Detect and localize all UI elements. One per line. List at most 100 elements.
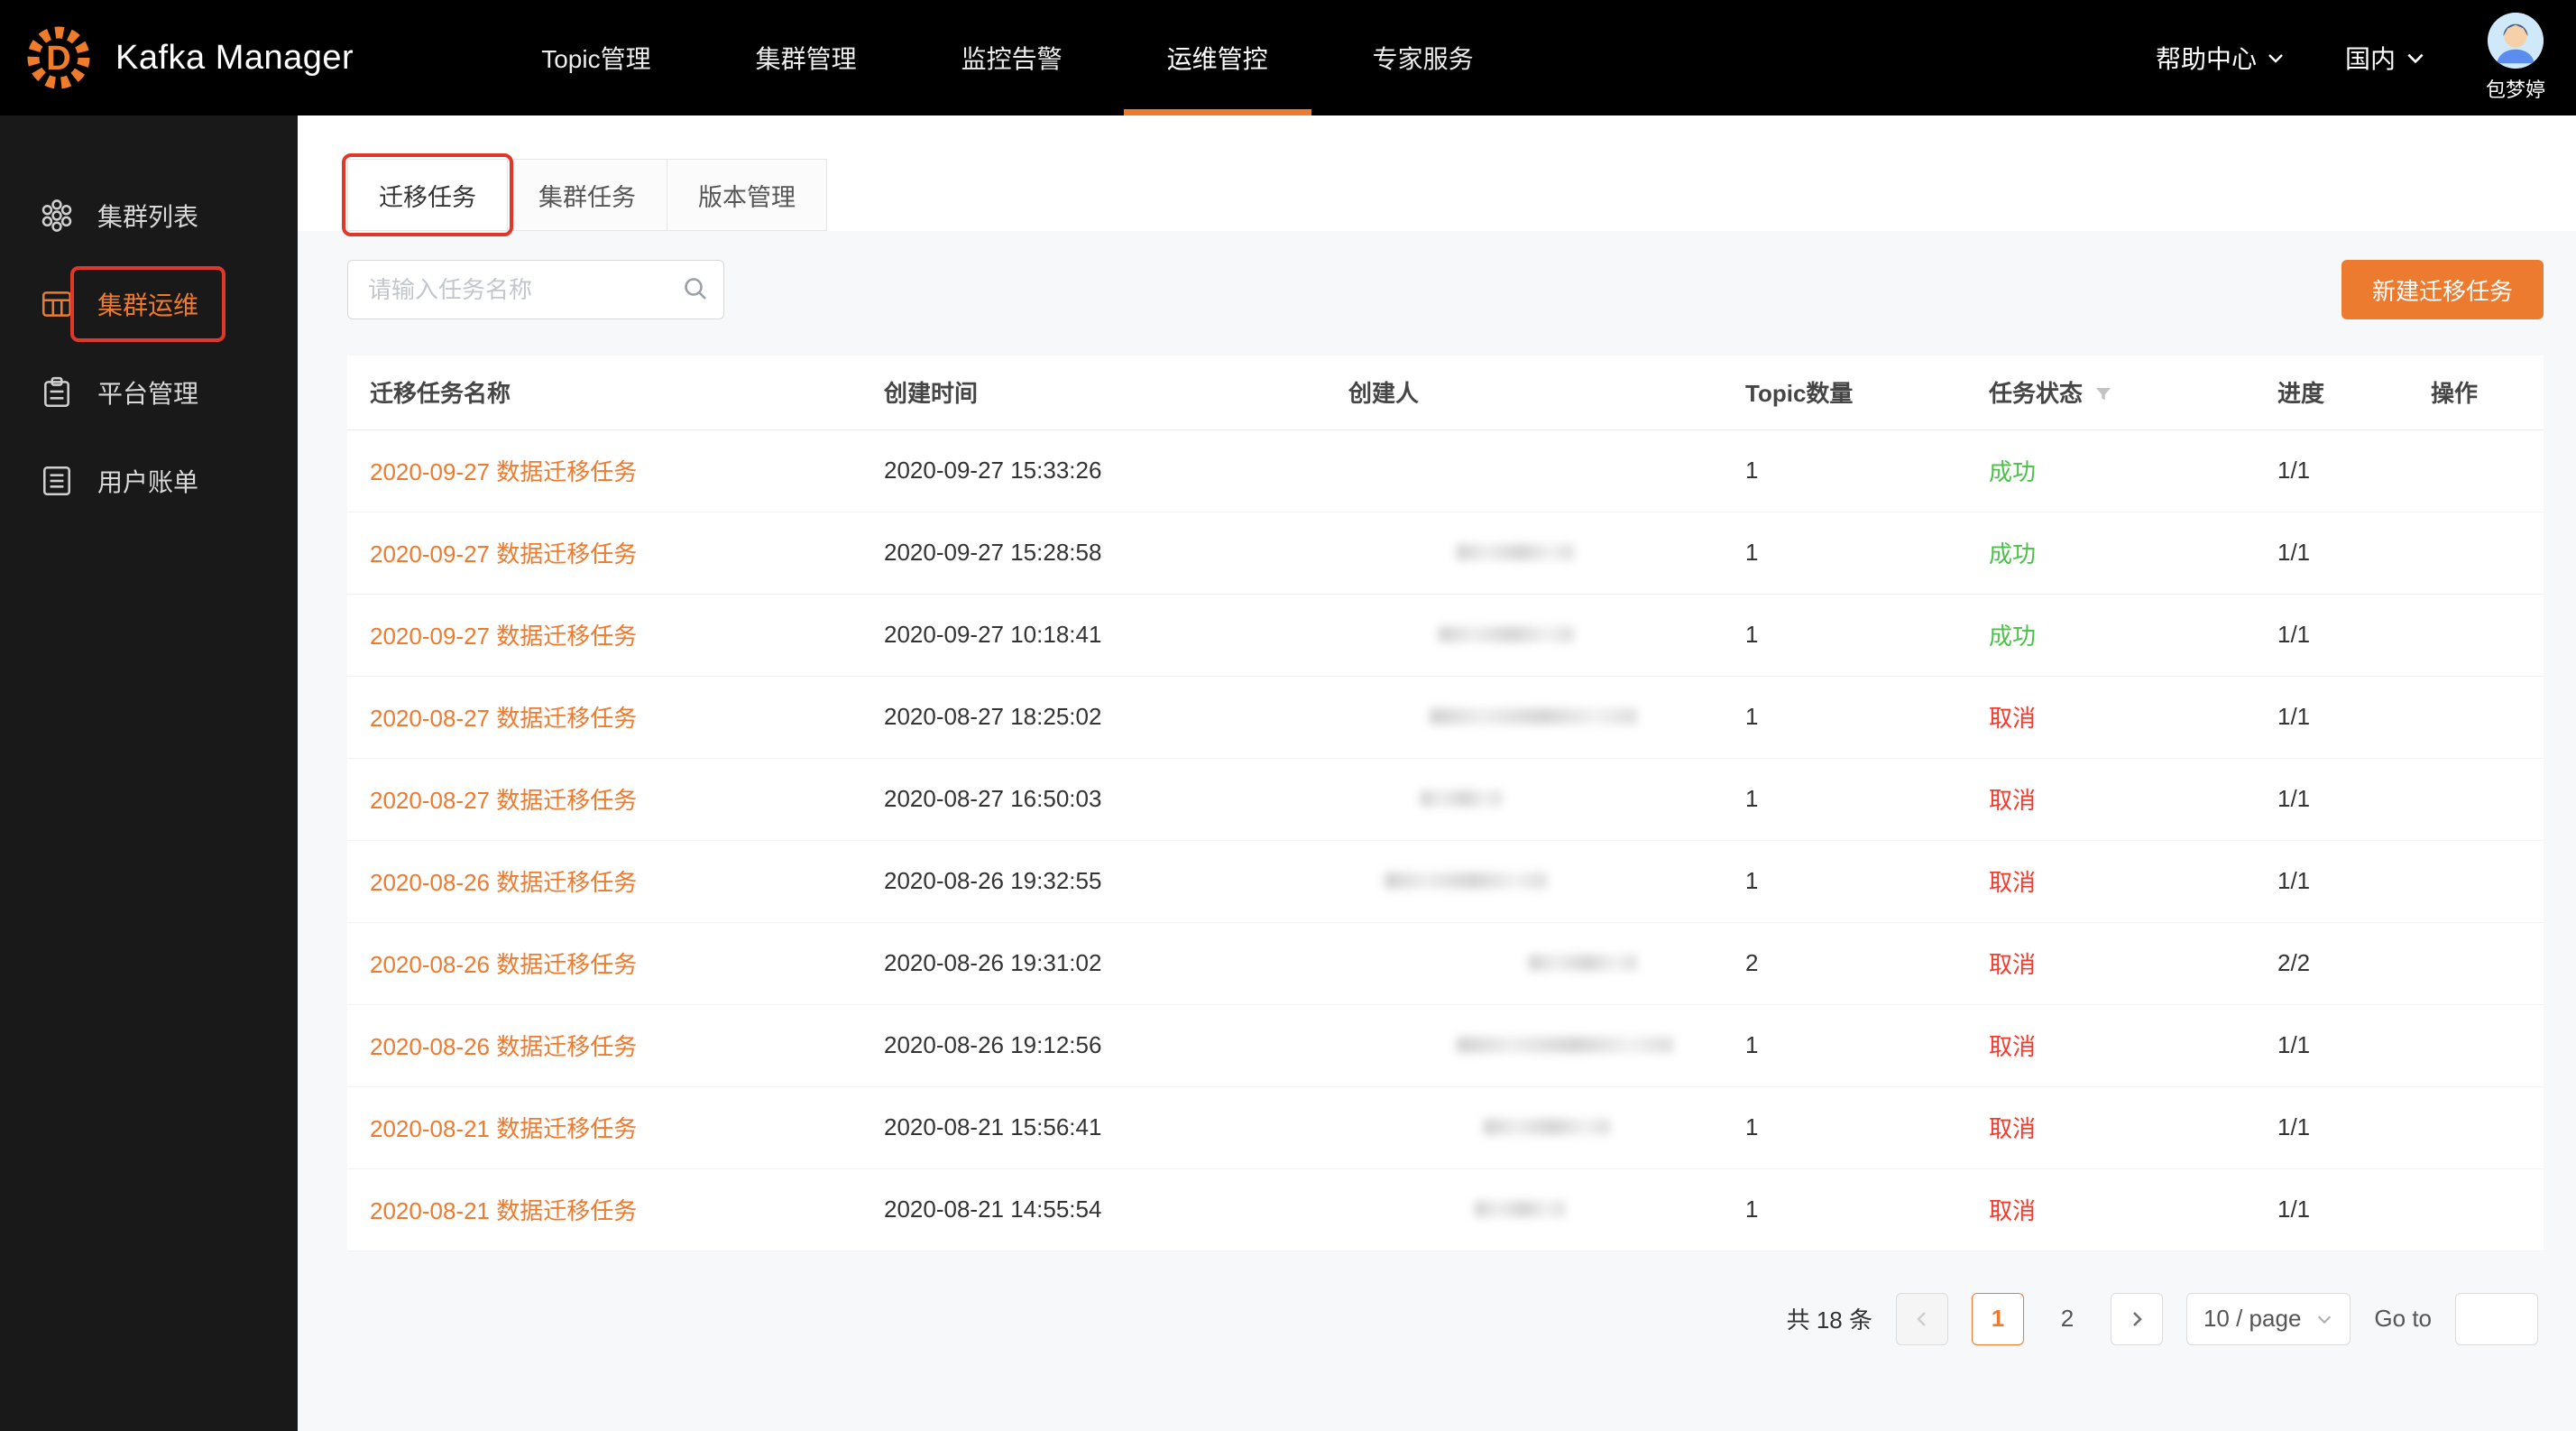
topic-count: 2 [1745, 922, 1989, 1004]
user-menu[interactable]: 包梦婷 [2486, 13, 2545, 103]
tabs: 迁移任务 集群任务 版本管理 [298, 115, 2576, 231]
nav-ops-control[interactable]: 运维管控 [1115, 0, 1320, 115]
table-header-row: 迁移任务名称 创建时间 创建人 Topic数量 任务状态 进度 操作 [347, 355, 2544, 429]
sidebar: 集群列表 集群运维 平台管理 [0, 115, 298, 1431]
task-name-link[interactable]: 2020-08-27 数据迁移任务 [370, 705, 637, 732]
created-time: 2020-09-27 10:18:41 [884, 594, 1348, 676]
progress-value: 1/1 [2277, 1004, 2431, 1086]
topic-count: 1 [1745, 1004, 1989, 1086]
nav-monitor-alert[interactable]: 监控告警 [909, 0, 1115, 115]
header-right: 帮助中心 国内 包梦婷 [2156, 13, 2545, 103]
sidebar-item-cluster-list[interactable]: 集群列表 [0, 171, 298, 260]
table-row: 2020-08-27 数据迁移任务 2020-08-27 18:25:02 1 … [347, 676, 2544, 758]
nav-expert-service[interactable]: 专家服务 [1320, 0, 1526, 115]
task-name-link[interactable]: 2020-08-26 数据迁移任务 [370, 1033, 637, 1060]
help-center-dropdown[interactable]: 帮助中心 [2156, 40, 2286, 76]
sidebar-item-platform-management[interactable]: 平台管理 [0, 348, 298, 437]
row-actions [2431, 922, 2544, 1004]
task-name-link[interactable]: 2020-09-27 数据迁移任务 [370, 540, 637, 568]
page-size-value: 10 / page [2203, 1305, 2301, 1333]
search-input[interactable] [347, 260, 724, 319]
goto-page-input[interactable] [2455, 1293, 2538, 1345]
created-time: 2020-08-26 19:32:55 [884, 840, 1348, 922]
nav-cluster-management[interactable]: 集群管理 [704, 0, 909, 115]
search-icon[interactable] [681, 274, 710, 308]
chevron-down-icon [2315, 1310, 2333, 1328]
progress-value: 1/1 [2277, 758, 2431, 840]
task-name-link[interactable]: 2020-08-21 数据迁移任务 [370, 1115, 637, 1142]
sidebar-item-cluster-ops[interactable]: 集群运维 [0, 260, 298, 348]
col-task-name: 迁移任务名称 [347, 355, 884, 429]
username: 包梦婷 [2486, 74, 2545, 103]
row-actions [2431, 1004, 2544, 1086]
filter-icon[interactable] [2093, 384, 2113, 404]
creator-redacted [1457, 544, 1574, 560]
chevron-down-icon [2405, 47, 2426, 69]
status-badge: 取消 [1989, 705, 2036, 732]
table-row: 2020-08-21 数据迁移任务 2020-08-21 15:56:41 1 … [347, 1086, 2544, 1168]
created-time: 2020-09-27 15:28:58 [884, 512, 1348, 594]
status-badge: 取消 [1989, 869, 2036, 896]
page-2-button[interactable]: 2 [2047, 1305, 2087, 1333]
row-actions [2431, 512, 2544, 594]
page-size-select[interactable]: 10 / page [2186, 1293, 2351, 1345]
sidebar-item-label: 集群列表 [97, 198, 198, 234]
col-creator: 创建人 [1348, 355, 1745, 429]
row-actions [2431, 594, 2544, 676]
progress-value: 1/1 [2277, 676, 2431, 758]
status-badge: 取消 [1989, 1197, 2036, 1224]
created-time: 2020-08-26 19:12:56 [884, 1004, 1348, 1086]
col-progress: 进度 [2277, 355, 2431, 429]
progress-value: 1/1 [2277, 512, 2431, 594]
table-row: 2020-08-27 数据迁移任务 2020-08-27 16:50:03 1 … [347, 758, 2544, 840]
progress-value: 2/2 [2277, 922, 2431, 1004]
progress-value: 1/1 [2277, 429, 2431, 512]
cluster-list-icon [40, 198, 74, 233]
avatar [2488, 13, 2544, 69]
status-badge: 取消 [1989, 787, 2036, 814]
table-row: 2020-08-21 数据迁移任务 2020-08-21 14:55:54 1 … [347, 1168, 2544, 1251]
cluster-ops-icon [40, 287, 74, 321]
task-name-link[interactable]: 2020-09-27 数据迁移任务 [370, 623, 637, 650]
region-dropdown[interactable]: 国内 [2345, 40, 2426, 76]
created-time: 2020-08-27 16:50:03 [884, 758, 1348, 840]
task-name-link[interactable]: 2020-08-27 数据迁移任务 [370, 787, 637, 814]
next-page-button[interactable] [2111, 1293, 2163, 1345]
status-badge: 取消 [1989, 1033, 2036, 1060]
tab-version-management[interactable]: 版本管理 [667, 159, 827, 231]
svg-text:D: D [46, 40, 70, 78]
created-time: 2020-08-21 15:56:41 [884, 1086, 1348, 1168]
table-row: 2020-09-27 数据迁移任务 2020-09-27 10:18:41 1 … [347, 594, 2544, 676]
toolbar: 新建迁移任务 [298, 231, 2576, 319]
task-name-link[interactable]: 2020-08-26 数据迁移任务 [370, 869, 637, 896]
topic-count: 1 [1745, 594, 1989, 676]
progress-value: 1/1 [2277, 840, 2431, 922]
row-actions [2431, 840, 2544, 922]
creator-redacted [1475, 1201, 1565, 1217]
task-name-link[interactable]: 2020-08-26 数据迁移任务 [370, 951, 637, 978]
tab-migration-tasks[interactable]: 迁移任务 [347, 159, 508, 231]
tab-cluster-tasks[interactable]: 集群任务 [507, 159, 667, 231]
total-count: 共 18 条 [1787, 1302, 1872, 1335]
col-task-status: 任务状态 [1989, 355, 2277, 429]
task-name-link[interactable]: 2020-08-21 数据迁移任务 [370, 1197, 637, 1224]
table-row: 2020-08-26 数据迁移任务 2020-08-26 19:31:02 2 … [347, 922, 2544, 1004]
sidebar-item-label: 用户账单 [97, 463, 198, 499]
app-header: D Kafka Manager Topic管理 集群管理 监控告警 运维管控 专… [0, 0, 2576, 115]
user-bill-icon [40, 464, 74, 498]
topic-count: 1 [1745, 429, 1989, 512]
page-1-button[interactable]: 1 [1972, 1293, 2024, 1345]
sidebar-item-user-bill[interactable]: 用户账单 [0, 437, 298, 525]
goto-label: Go to [2374, 1305, 2432, 1333]
progress-value: 1/1 [2277, 1168, 2431, 1251]
prev-page-button[interactable] [1896, 1293, 1948, 1345]
main-nav: Topic管理 集群管理 监控告警 运维管控 专家服务 [489, 0, 1525, 115]
kafka-manager-app: D Kafka Manager Topic管理 集群管理 监控告警 运维管控 专… [0, 0, 2576, 1431]
chevron-down-icon [2266, 48, 2286, 68]
create-migration-task-button[interactable]: 新建迁移任务 [2341, 260, 2544, 319]
created-time: 2020-08-27 18:25:02 [884, 676, 1348, 758]
col-created-time: 创建时间 [884, 355, 1348, 429]
nav-topic-management[interactable]: Topic管理 [489, 0, 703, 115]
task-name-link[interactable]: 2020-09-27 数据迁移任务 [370, 458, 637, 485]
creator-redacted [1529, 955, 1637, 971]
